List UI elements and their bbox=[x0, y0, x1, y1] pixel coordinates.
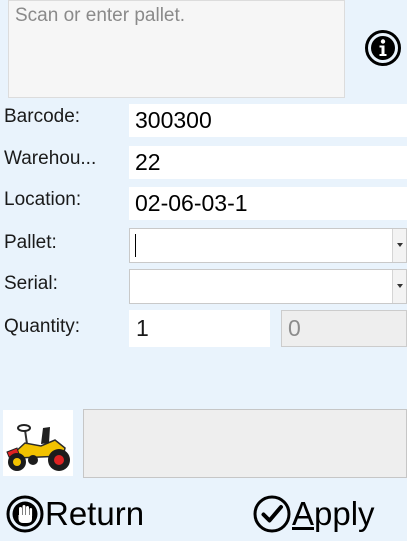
serial-dropdown[interactable] bbox=[129, 269, 407, 304]
warehouse-label: Warehou... bbox=[4, 148, 97, 169]
pallet-label: Pallet: bbox=[4, 232, 57, 253]
apply-accelerator-letter: A bbox=[292, 495, 315, 532]
return-label: Return bbox=[45, 495, 145, 532]
quantity-label: Quantity: bbox=[4, 316, 81, 337]
warehouse-field[interactable]: 22 bbox=[129, 146, 407, 179]
checkmark-circle-icon bbox=[253, 495, 291, 533]
scan-input[interactable]: Scan or enter pallet. bbox=[8, 0, 345, 98]
message-box bbox=[83, 409, 407, 478]
text-cursor bbox=[135, 234, 136, 257]
pallet-dropdown-arrow[interactable] bbox=[392, 229, 406, 262]
info-icon[interactable] bbox=[364, 29, 402, 67]
apply-label: pply bbox=[314, 495, 375, 532]
product-image bbox=[3, 410, 73, 476]
barcode-field[interactable]: 300300 bbox=[129, 104, 407, 137]
pallet-dropdown[interactable] bbox=[129, 228, 407, 263]
location-label: Location: bbox=[4, 189, 82, 210]
apply-button[interactable]: Apply bbox=[252, 492, 375, 536]
quantity-secondary-field: 0 bbox=[281, 310, 407, 347]
location-field[interactable]: 02-06-03-1 bbox=[129, 187, 407, 220]
return-button[interactable]: Return bbox=[5, 492, 144, 536]
serial-label: Serial: bbox=[4, 273, 58, 294]
barcode-label: Barcode: bbox=[4, 106, 81, 127]
quantity-field[interactable]: 1 bbox=[129, 310, 270, 347]
stop-hand-icon bbox=[6, 495, 44, 533]
serial-dropdown-arrow[interactable] bbox=[392, 270, 406, 303]
scan-placeholder: Scan or enter pallet. bbox=[15, 5, 186, 26]
